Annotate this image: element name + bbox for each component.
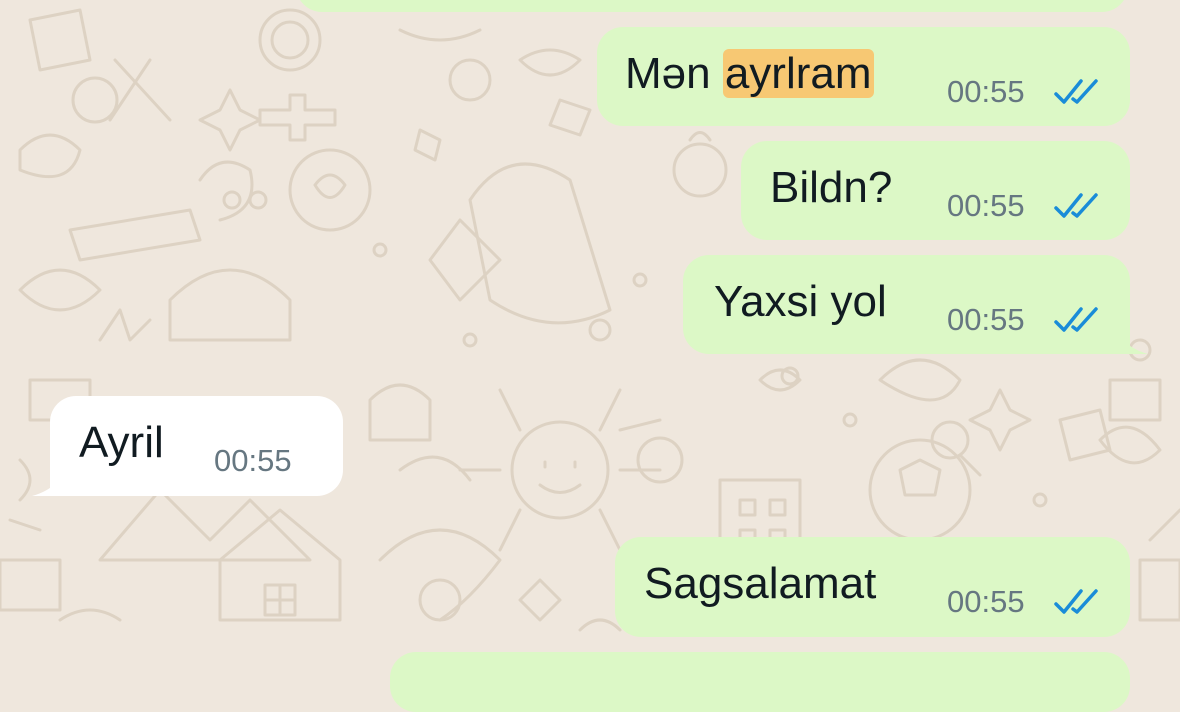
outgoing-message[interactable]: Mən ayrlram 00:55 (597, 27, 1130, 126)
message-text: Sagsalamat (644, 559, 877, 608)
outgoing-message[interactable]: Sagsalamat 00:55 (615, 537, 1130, 637)
message-text-plain: Mən (625, 49, 723, 98)
double-check-icon (1054, 193, 1098, 218)
message-time: 00:55 (947, 74, 1025, 109)
message-time: 00:55 (947, 302, 1025, 337)
message-bubble-partial[interactable] (390, 652, 1130, 712)
message-bubble-partial[interactable] (296, 0, 1128, 12)
double-check-icon (1054, 307, 1098, 332)
incoming-message[interactable]: Ayril 00:55 (50, 396, 343, 496)
outgoing-message[interactable]: Yaxsi yol 00:55 (683, 255, 1130, 354)
message-time: 00:55 (947, 584, 1025, 619)
search-highlight: ayrlram (722, 49, 874, 98)
message-text: Yaxsi yol (714, 277, 887, 326)
message-text: Bildn? (770, 163, 893, 212)
double-check-icon (1054, 79, 1098, 104)
double-check-icon (1054, 589, 1098, 614)
message-text: Ayril (79, 418, 164, 467)
message-time: 00:55 (214, 443, 292, 478)
message-text: Mən ayrlram (625, 48, 874, 100)
message-time: 00:55 (947, 188, 1025, 223)
outgoing-message[interactable]: Bildn? 00:55 (741, 141, 1130, 240)
